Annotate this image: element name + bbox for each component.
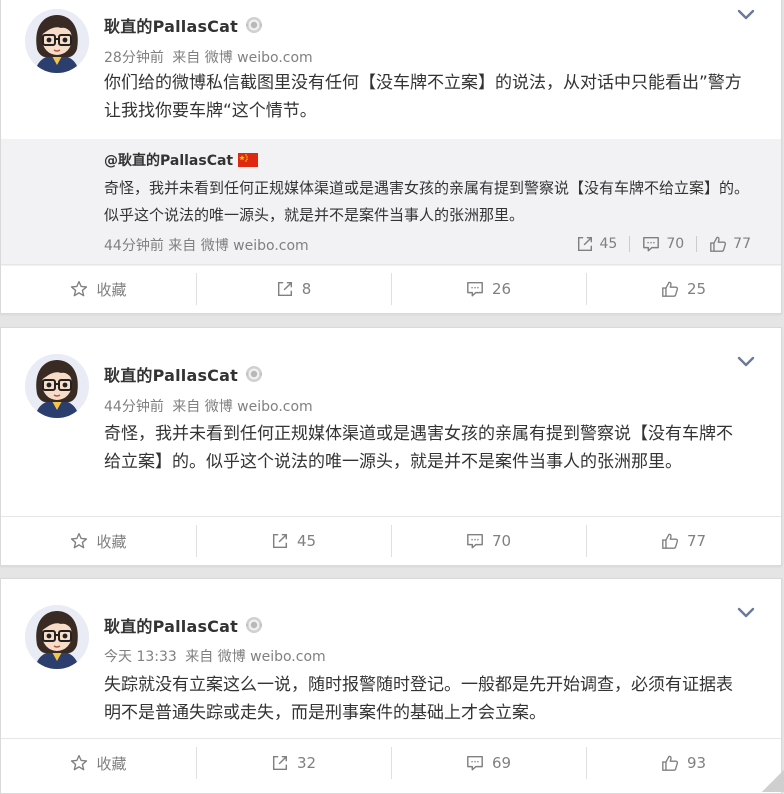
comment-button[interactable]: 26 <box>391 265 586 313</box>
post-meta: 今天 13:33 来自 微博 weibo.com <box>104 646 326 666</box>
quote-comment-count: 70 <box>666 236 685 252</box>
china-flag-icon <box>238 153 259 167</box>
star-icon <box>70 532 88 550</box>
post-source[interactable]: 微博 weibo.com <box>205 399 313 415</box>
share-icon <box>576 235 594 253</box>
quote-like-count: 77 <box>733 236 751 252</box>
chevron-down-icon[interactable] <box>737 356 755 368</box>
avatar[interactable] <box>25 9 89 73</box>
favorite-button[interactable]: 收藏 <box>1 517 196 565</box>
chevron-down-icon[interactable] <box>737 607 755 619</box>
quote-text: 奇怪，我并未看到任何正规媒体渠道或是遇害女孩的亲属有提到警察说【没有车牌不给立案… <box>104 179 750 224</box>
favorite-button[interactable]: 收藏 <box>1 739 196 787</box>
comment-button[interactable]: 70 <box>391 517 586 565</box>
like-icon <box>661 280 679 298</box>
comment-icon <box>642 235 660 253</box>
post-text: 奇怪，我并未看到任何正规媒体渠道或是遇害女孩的亲属有提到警察说【没有车牌不给立案… <box>104 424 733 472</box>
comment-icon <box>466 280 484 298</box>
like-button[interactable]: 25 <box>586 265 781 313</box>
comment-button[interactable]: 69 <box>391 739 586 787</box>
vip-badge-icon <box>245 616 263 634</box>
vip-badge-icon <box>245 365 263 383</box>
avatar[interactable] <box>25 354 89 418</box>
post-action-bar: 收藏 32 69 93 <box>1 738 781 787</box>
post-time[interactable]: 28分钟前 <box>104 50 164 66</box>
repost-button[interactable]: 32 <box>196 739 391 787</box>
like-count: 93 <box>686 754 707 772</box>
divider <box>696 236 698 252</box>
share-icon <box>276 280 294 298</box>
like-count: 25 <box>686 280 707 298</box>
comment-icon <box>466 754 484 772</box>
quote-meta: 44分钟前 来自 微博 weibo.com <box>104 235 309 255</box>
like-icon <box>661 754 679 772</box>
post-meta: 28分钟前 来自 微博 weibo.com <box>104 47 313 67</box>
favorite-label: 收藏 <box>96 532 127 551</box>
vip-badge-icon <box>245 16 263 34</box>
star-icon <box>70 754 88 772</box>
comment-count: 26 <box>491 280 512 298</box>
quote-like-button[interactable]: 77 <box>709 235 751 253</box>
post-text: 你们给的微博私信截图里没有任何【没车牌不立案】的说法，从对话中只能看出”警方让我… <box>104 73 742 121</box>
like-button[interactable]: 77 <box>586 517 781 565</box>
quoted-post[interactable]: @耿直的PallasCat 奇怪，我并未看到任何正规媒体渠道或是遇害女孩的亲属有… <box>1 139 781 266</box>
author-name[interactable]: 耿直的PallasCat <box>104 13 238 37</box>
quote-actions: 45 70 77 <box>576 235 751 253</box>
repost-button[interactable]: 45 <box>196 517 391 565</box>
via-label: 来自 <box>168 238 197 254</box>
like-button[interactable]: 93 <box>586 739 781 787</box>
comment-count: 69 <box>491 754 512 772</box>
quote-comment-button[interactable]: 70 <box>642 235 684 253</box>
chevron-down-icon[interactable] <box>737 9 755 21</box>
comment-count: 70 <box>491 532 512 550</box>
via-label: 来自 <box>172 50 201 66</box>
repost-count: 32 <box>296 754 317 772</box>
weibo-card-3: 耿直的PallasCat 今天 13:33 来自 微博 weibo.com 失踪… <box>0 578 782 794</box>
like-icon <box>709 235 727 253</box>
comment-icon <box>466 532 484 550</box>
via-label: 来自 <box>172 399 201 415</box>
share-icon <box>271 754 289 772</box>
post-action-bar: 收藏 45 70 77 <box>1 516 781 565</box>
author-name[interactable]: 耿直的PallasCat <box>104 362 238 386</box>
star-icon <box>70 280 88 298</box>
share-icon <box>271 532 289 550</box>
post-meta: 44分钟前 来自 微博 weibo.com <box>104 396 313 416</box>
quote-repost-button[interactable]: 45 <box>576 235 618 253</box>
favorite-button[interactable]: 收藏 <box>1 265 196 313</box>
quote-time[interactable]: 44分钟前 <box>104 238 164 254</box>
quote-source[interactable]: 微博 weibo.com <box>201 238 309 254</box>
post-source[interactable]: 微博 weibo.com <box>218 649 326 665</box>
resize-handle[interactable] <box>762 770 784 792</box>
favorite-label: 收藏 <box>96 280 127 299</box>
divider <box>629 236 631 252</box>
favorite-label: 收藏 <box>96 754 127 773</box>
like-count: 77 <box>686 532 707 550</box>
quote-author[interactable]: @耿直的PallasCat <box>104 150 233 170</box>
post-text: 失踪就没有立案这么一说，随时报警随时登记。一般都是先开始调查，必须有证据表明不是… <box>104 675 733 723</box>
post-source[interactable]: 微博 weibo.com <box>205 50 313 66</box>
like-icon <box>661 532 679 550</box>
via-label: 来自 <box>185 649 214 665</box>
author-name[interactable]: 耿直的PallasCat <box>104 613 238 637</box>
weibo-card-1: 耿直的PallasCat 28分钟前 来自 微博 weibo.com 你们给的微… <box>0 0 782 314</box>
post-time[interactable]: 今天 13:33 <box>104 649 177 665</box>
post-action-bar: 收藏 8 26 25 <box>1 264 781 313</box>
repost-count: 8 <box>301 280 312 298</box>
repost-button[interactable]: 8 <box>196 265 391 313</box>
quote-repost-count: 45 <box>599 236 618 252</box>
avatar[interactable] <box>25 605 89 669</box>
repost-count: 45 <box>296 532 317 550</box>
weibo-card-2: 耿直的PallasCat 44分钟前 来自 微博 weibo.com 奇怪，我并… <box>0 327 782 566</box>
post-time[interactable]: 44分钟前 <box>104 399 164 415</box>
